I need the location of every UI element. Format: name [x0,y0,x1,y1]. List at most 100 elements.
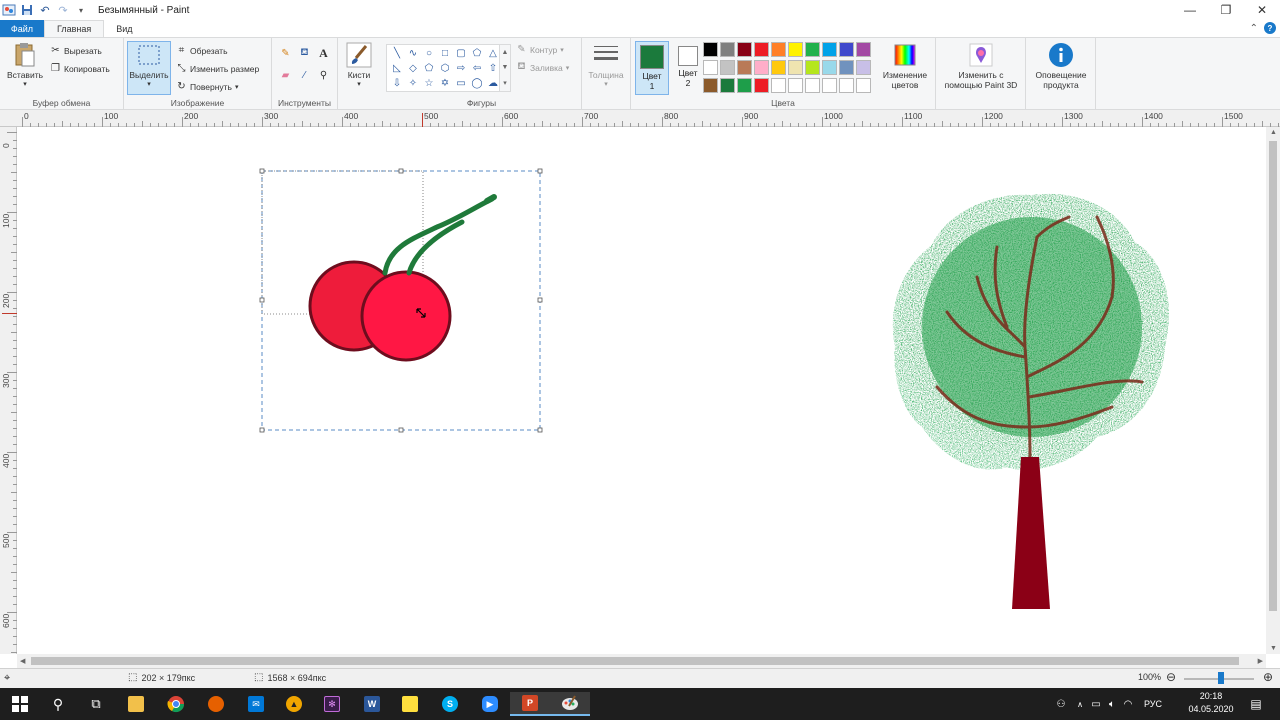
wifi-icon[interactable]: ◠ [1120,699,1136,710]
search-button[interactable]: ⚲ [38,692,78,716]
taskbar-chrome[interactable] [156,692,196,716]
left-arrow-shape-icon[interactable]: ⇦ [469,61,485,76]
palette-swatch[interactable] [788,60,803,75]
palette-swatch[interactable] [839,42,854,57]
taskbar-mail[interactable]: ✉ [236,692,276,716]
zoom-slider-knob[interactable] [1218,672,1224,684]
vertical-scroll-thumb[interactable] [1269,141,1277,611]
select-button[interactable]: Выделить ▾ [127,41,171,95]
palette-swatch[interactable] [805,78,820,93]
down-arrow-shape-icon[interactable]: ⇩ [389,76,405,91]
palette-swatch[interactable] [839,78,854,93]
line-shape-icon[interactable]: ╲ [389,46,405,61]
palette-swatch[interactable] [839,60,854,75]
eraser-tool[interactable]: ▰ [280,70,291,81]
palette-swatch[interactable] [805,60,820,75]
horizontal-scroll-thumb[interactable] [31,657,1239,665]
hexagon-shape-icon[interactable]: ⬡ [437,61,453,76]
polygon-shape-icon[interactable]: ⬠ [469,46,485,61]
rotate-button[interactable]: ↻ Повернуть ▾ [176,81,238,92]
palette-swatch[interactable] [771,42,786,57]
tab-home[interactable]: Главная [44,20,105,37]
paint3d-button[interactable]: Изменить с помощью Paint 3D [938,42,1024,90]
palette-swatch[interactable] [822,42,837,57]
palette-swatch[interactable] [720,60,735,75]
six-star-shape-icon[interactable]: ✡ [437,76,453,91]
paint-app-icon[interactable] [2,3,16,17]
palette-swatch[interactable] [822,78,837,93]
start-button[interactable] [0,692,40,716]
palette-swatch[interactable] [771,78,786,93]
taskbar-word[interactable]: W [352,692,392,716]
resize-button[interactable]: ⤡ Изменить размер [176,63,260,74]
close-button[interactable]: ✕ [1244,0,1280,20]
palette-swatch[interactable] [754,60,769,75]
save-icon[interactable] [20,3,34,17]
pentagon-shape-icon[interactable]: ⬠ [421,61,437,76]
drawing-canvas[interactable] [17,127,1266,654]
palette-swatch[interactable] [703,78,718,93]
pencil-tool[interactable]: ✎ [280,48,291,59]
language-indicator[interactable]: РУС [1136,699,1170,709]
taskbar-sticky-notes[interactable] [390,692,430,716]
palette-swatch[interactable] [737,42,752,57]
taskbar-app-yellow[interactable]: ▲ [274,692,314,716]
crop-button[interactable]: ⌗ Обрезать [176,45,228,56]
palette-swatch[interactable] [703,42,718,57]
copy-button[interactable]: ❐ Копировать [50,63,110,74]
right-triangle-shape-icon[interactable]: ◺ [389,61,405,76]
paste-button[interactable]: Вставить ▾ [4,42,46,90]
shapes-gallery-scroll[interactable]: ▲ ▼ ▾ [499,44,511,92]
taskbar-explorer[interactable] [116,692,156,716]
taskbar-firefox[interactable] [196,692,236,716]
oval-shape-icon[interactable]: ○ [421,46,437,61]
taskbar-paint[interactable] [550,692,590,716]
palette-swatch[interactable] [788,78,803,93]
product-alert-button[interactable]: Оповещение продукта [1028,42,1094,90]
taskbar-powerpoint[interactable]: P [510,692,550,716]
size-button[interactable]: Толщина ▾ [586,42,626,90]
brushes-button[interactable]: Кисти ▾ [340,42,378,90]
outline-button[interactable]: ✎ Контур ▾ [516,44,563,55]
four-star-shape-icon[interactable]: ✧ [405,76,421,91]
palette-swatch[interactable] [703,60,718,75]
callout-rect-shape-icon[interactable]: ▭ [453,76,469,91]
help-icon[interactable]: ? [1264,22,1276,34]
right-arrow-shape-icon[interactable]: ⇨ [453,61,469,76]
rounded-rect-shape-icon[interactable]: ▢ [453,46,469,61]
text-tool[interactable]: A [318,46,329,60]
palette-swatch[interactable] [720,78,735,93]
shapes-scroll-up-icon[interactable]: ▲ [502,49,509,56]
vertical-scrollbar[interactable]: ▲ ▼ [1266,127,1280,654]
magnifier-tool[interactable]: ⚲ [318,70,329,81]
curve-shape-icon[interactable]: ∿ [405,46,421,61]
palette-swatch[interactable] [720,42,735,57]
callout-oval-shape-icon[interactable]: ◯ [469,76,485,91]
people-icon[interactable]: ⚇ [1050,699,1072,710]
fill-tool[interactable]: ⛾ [299,47,310,59]
scroll-up-icon[interactable]: ▲ [1270,129,1277,136]
tray-chevron-icon[interactable]: ∧ [1072,700,1088,709]
restore-button[interactable]: ❐ [1208,0,1244,20]
palette-swatch[interactable] [856,42,871,57]
palette-swatch[interactable] [856,78,871,93]
color-picker-tool[interactable]: ⁄ [299,70,310,81]
edit-colors-button[interactable]: Изменение цветов [877,42,933,90]
network-icon[interactable]: ▭ [1088,699,1104,710]
cut-button[interactable]: ✂ Вырезать [50,45,102,56]
taskbar-zoom[interactable]: ▶ [470,692,510,716]
palette-swatch[interactable] [788,42,803,57]
undo-icon[interactable]: ↶ [38,3,52,17]
volume-icon[interactable]: 🔈︎ [1104,699,1120,710]
taskbar-skype[interactable]: S [430,692,470,716]
customize-quick-access-icon[interactable]: ▾ [74,3,88,17]
tab-file[interactable]: Файл [0,20,44,37]
notifications-button[interactable]: ▤ [1248,688,1264,720]
task-view-button[interactable]: ⧉ [76,692,116,716]
zoom-in-icon[interactable]: ⊕ [1263,670,1273,684]
collapse-ribbon-icon[interactable]: ⌃ [1250,23,1258,34]
palette-swatch[interactable] [822,60,837,75]
rectangle-shape-icon[interactable]: □ [437,46,453,61]
fill-button[interactable]: ⛾ Заливка ▾ [516,61,569,73]
palette-swatch[interactable] [737,78,752,93]
